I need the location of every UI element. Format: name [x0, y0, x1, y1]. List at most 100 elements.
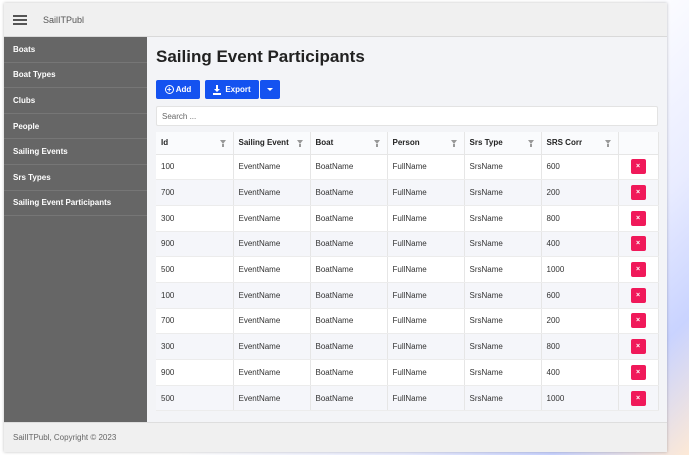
table-cell: SrsName — [464, 334, 541, 360]
sidebar: Boats Boat Types Clubs People Sailing Ev… — [4, 37, 147, 422]
main-content: Sailing Event Participants + Add Export … — [147, 37, 667, 422]
table-cell: 400 — [541, 360, 618, 386]
table-cell: EventName — [233, 257, 310, 283]
column-header-label: Person — [393, 138, 420, 147]
table-cell: 900 — [156, 231, 233, 257]
row-actions-cell: × — [618, 257, 658, 283]
delete-row-button[interactable]: × — [631, 159, 646, 174]
sidebar-item-sailing-events[interactable]: Sailing Events — [4, 139, 147, 165]
table-cell: EventName — [233, 360, 310, 386]
table-cell: 600 — [541, 154, 618, 180]
table-cell: BoatName — [310, 334, 387, 360]
column-header-label: Id — [161, 138, 168, 147]
table-row: 700EventNameBoatNameFullNameSrsName200× — [156, 180, 658, 206]
table-cell: 700 — [156, 180, 233, 206]
column-header: SRS Corr — [541, 132, 618, 154]
table-cell: EventName — [233, 205, 310, 231]
table-row: 500EventNameBoatNameFullNameSrsName1000× — [156, 385, 658, 411]
table-row: 300EventNameBoatNameFullNameSrsName800× — [156, 334, 658, 360]
table-cell: FullName — [387, 180, 464, 206]
table-cell: SrsName — [464, 308, 541, 334]
table-cell: EventName — [233, 385, 310, 411]
sidebar-item-boats[interactable]: Boats — [4, 37, 147, 63]
table-cell: 800 — [541, 334, 618, 360]
table-cell: 900 — [156, 360, 233, 386]
table-cell: EventName — [233, 334, 310, 360]
filter-icon[interactable] — [297, 140, 303, 144]
table-cell: FullName — [387, 334, 464, 360]
add-button[interactable]: + Add — [156, 80, 200, 99]
table-cell: SrsName — [464, 282, 541, 308]
row-actions-cell: × — [618, 205, 658, 231]
filter-icon[interactable] — [220, 140, 226, 144]
row-actions-cell: × — [618, 385, 658, 411]
table-cell: FullName — [387, 385, 464, 411]
column-header-label: SRS Corr — [547, 138, 583, 147]
table-row: 900EventNameBoatNameFullNameSrsName400× — [156, 231, 658, 257]
table-cell: 300 — [156, 205, 233, 231]
table-cell: 1000 — [541, 385, 618, 411]
row-actions-cell: × — [618, 180, 658, 206]
row-actions-cell: × — [618, 231, 658, 257]
table-cell: FullName — [387, 257, 464, 283]
export-button[interactable]: Export — [205, 80, 259, 99]
hamburger-icon[interactable] — [13, 15, 27, 25]
table-cell: 600 — [541, 282, 618, 308]
app-title: SailITPubl — [43, 15, 84, 25]
sidebar-item-clubs[interactable]: Clubs — [4, 88, 147, 114]
table-cell: 400 — [541, 231, 618, 257]
table-cell: 100 — [156, 282, 233, 308]
table-cell: EventName — [233, 154, 310, 180]
delete-row-button[interactable]: × — [631, 185, 646, 200]
table-row: 900EventNameBoatNameFullNameSrsName400× — [156, 360, 658, 386]
table-cell: FullName — [387, 231, 464, 257]
filter-icon[interactable] — [451, 140, 457, 144]
table-cell: BoatName — [310, 154, 387, 180]
delete-row-button[interactable]: × — [631, 365, 646, 380]
table-cell: BoatName — [310, 385, 387, 411]
export-button-label: Export — [225, 85, 250, 94]
delete-row-button[interactable]: × — [631, 391, 646, 406]
plus-circle-icon: + — [165, 85, 174, 94]
table-cell: BoatName — [310, 231, 387, 257]
table-cell: BoatName — [310, 257, 387, 283]
column-header: Boat — [310, 132, 387, 154]
delete-row-button[interactable]: × — [631, 313, 646, 328]
table-row: 100EventNameBoatNameFullNameSrsName600× — [156, 154, 658, 180]
table-row: 500EventNameBoatNameFullNameSrsName1000× — [156, 257, 658, 283]
row-actions-cell: × — [618, 334, 658, 360]
delete-row-button[interactable]: × — [631, 211, 646, 226]
delete-row-button[interactable]: × — [631, 339, 646, 354]
table-cell: 500 — [156, 385, 233, 411]
filter-icon[interactable] — [374, 140, 380, 144]
column-header: Id — [156, 132, 233, 154]
table-row: 100EventNameBoatNameFullNameSrsName600× — [156, 282, 658, 308]
row-actions-cell: × — [618, 360, 658, 386]
table-row: 700EventNameBoatNameFullNameSrsName200× — [156, 308, 658, 334]
table-cell: 500 — [156, 257, 233, 283]
delete-row-button[interactable]: × — [631, 288, 646, 303]
table-cell: EventName — [233, 231, 310, 257]
export-dropdown-button[interactable] — [260, 80, 280, 99]
table-cell: SrsName — [464, 154, 541, 180]
table-cell: 700 — [156, 308, 233, 334]
delete-row-button[interactable]: × — [631, 236, 646, 251]
filter-icon[interactable] — [528, 140, 534, 144]
filter-icon[interactable] — [605, 140, 611, 144]
column-header: Sailing Event — [233, 132, 310, 154]
delete-row-button[interactable]: × — [631, 262, 646, 277]
table-cell: 1000 — [541, 257, 618, 283]
table-cell: FullName — [387, 308, 464, 334]
table-cell: EventName — [233, 282, 310, 308]
table-cell: EventName — [233, 180, 310, 206]
table-row: 300EventNameBoatNameFullNameSrsName800× — [156, 205, 658, 231]
sidebar-item-people[interactable]: People — [4, 114, 147, 140]
column-header: Srs Type — [464, 132, 541, 154]
sidebar-item-srs-types[interactable]: Srs Types — [4, 165, 147, 191]
sidebar-item-sailing-event-participants[interactable]: Sailing Event Participants — [4, 191, 147, 217]
table-cell: FullName — [387, 360, 464, 386]
sidebar-item-boat-types[interactable]: Boat Types — [4, 63, 147, 89]
column-header-label: Boat — [316, 138, 334, 147]
row-actions-cell: × — [618, 154, 658, 180]
search-input[interactable] — [156, 106, 658, 126]
